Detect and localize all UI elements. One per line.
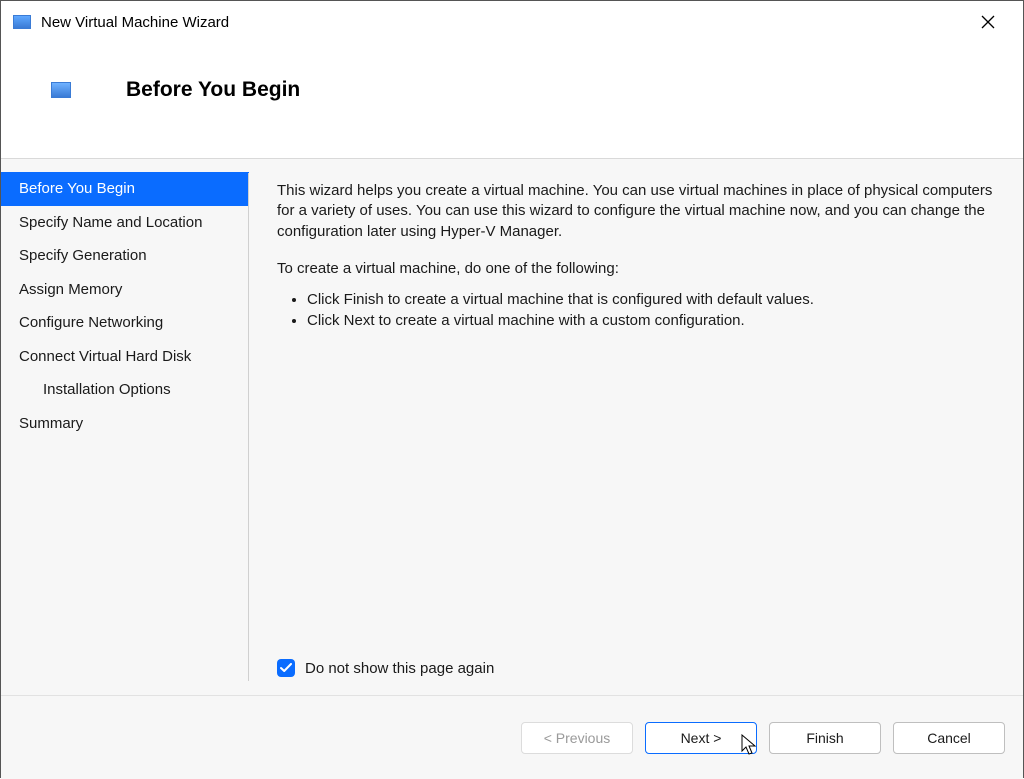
wizard-steps-sidebar: Before You BeginSpecify Name and Locatio…: [1, 159, 249, 695]
check-icon: [280, 663, 292, 673]
sidebar-step-6[interactable]: Installation Options: [1, 373, 249, 407]
sidebar-step-1[interactable]: Specify Name and Location: [1, 206, 249, 240]
wizard-content: This wizard helps you create a virtual m…: [249, 159, 1023, 695]
wizard-icon: [51, 82, 71, 98]
sidebar-step-0[interactable]: Before You Begin: [1, 172, 249, 206]
previous-button: < Previous: [521, 722, 633, 754]
instruction-list: Click Finish to create a virtual machine…: [307, 289, 993, 331]
sidebar-step-4[interactable]: Configure Networking: [1, 306, 249, 340]
close-icon: [981, 15, 995, 29]
app-icon: [13, 15, 31, 29]
sidebar-step-5[interactable]: Connect Virtual Hard Disk: [1, 340, 249, 374]
do-not-show-row[interactable]: Do not show this page again: [277, 659, 993, 681]
finish-button[interactable]: Finish: [769, 722, 881, 754]
intro-paragraph: This wizard helps you create a virtual m…: [277, 181, 993, 242]
instruction-item-1: Click Next to create a virtual machine w…: [307, 310, 993, 331]
sidebar-step-7[interactable]: Summary: [1, 407, 249, 441]
do-not-show-label: Do not show this page again: [305, 660, 494, 677]
wizard-footer: < Previous Next > Finish Cancel: [1, 695, 1023, 779]
lead-paragraph: To create a virtual machine, do one of t…: [277, 260, 993, 277]
instruction-item-0: Click Finish to create a virtual machine…: [307, 289, 993, 310]
next-button[interactable]: Next >: [645, 722, 757, 754]
sidebar-step-3[interactable]: Assign Memory: [1, 273, 249, 307]
wizard-header: Before You Begin: [1, 43, 1023, 158]
window-title: New Virtual Machine Wizard: [41, 14, 229, 31]
title-bar: New Virtual Machine Wizard: [1, 1, 1023, 43]
close-button[interactable]: [965, 6, 1011, 38]
page-title: Before You Begin: [126, 78, 300, 102]
do-not-show-checkbox[interactable]: [277, 659, 295, 677]
wizard-body: Before You BeginSpecify Name and Locatio…: [1, 159, 1023, 695]
cancel-button[interactable]: Cancel: [893, 722, 1005, 754]
sidebar-step-2[interactable]: Specify Generation: [1, 239, 249, 273]
